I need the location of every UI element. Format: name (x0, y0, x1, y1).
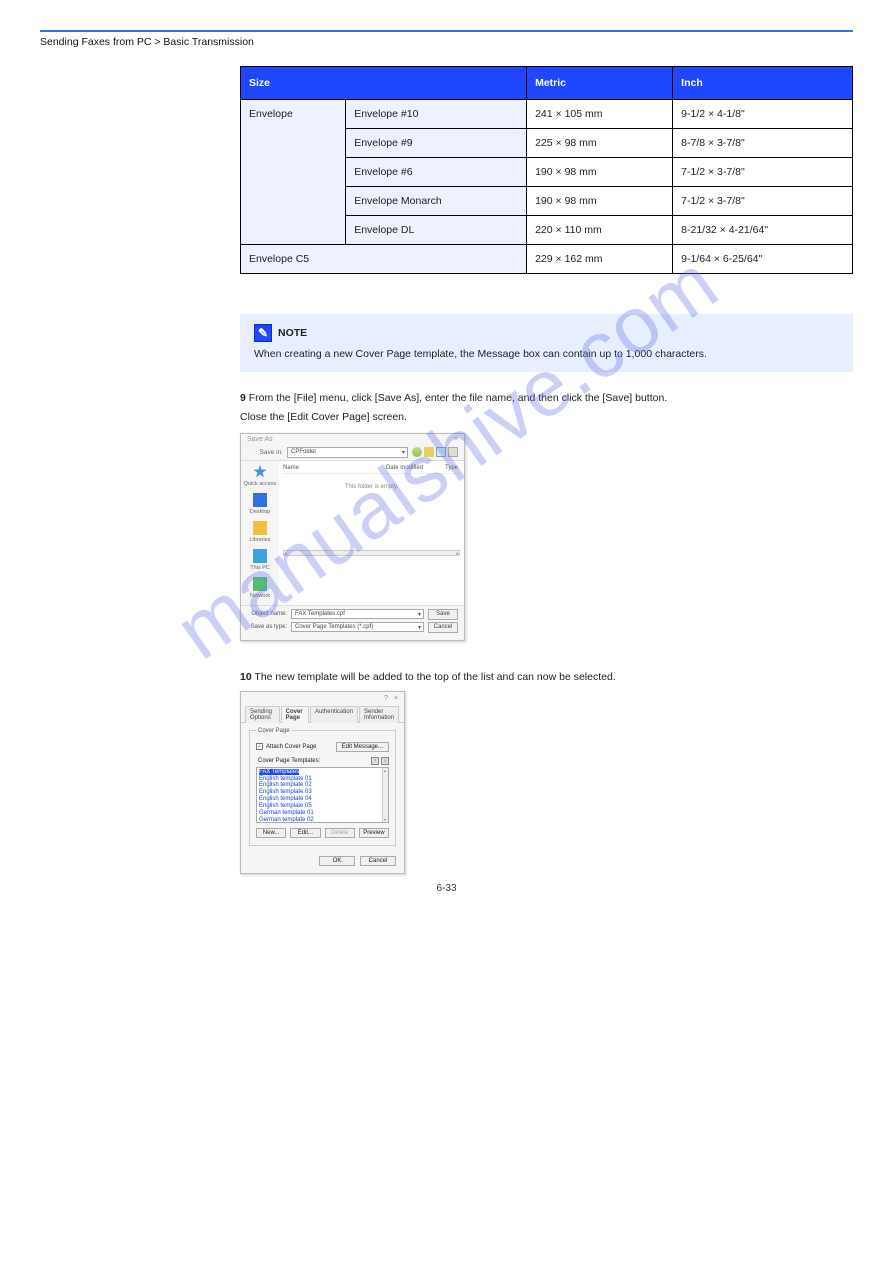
column-headers[interactable]: Name Date modified Type (283, 463, 460, 474)
new-folder-icon[interactable] (436, 447, 446, 457)
cancel-button[interactable]: Cancel (360, 856, 396, 866)
page-number: 6-33 (436, 883, 456, 894)
libraries-icon[interactable] (253, 521, 267, 535)
th-metric: Metric (527, 67, 673, 100)
saveastype-label: Save as type: (247, 624, 287, 630)
step-9-text: From the [File] menu, click [Save As], e… (249, 392, 667, 404)
ok-button[interactable]: OK (319, 856, 355, 866)
col-type[interactable]: Type (423, 465, 460, 471)
tab-sender-information[interactable]: Sender Information (359, 706, 399, 723)
row-inch: 8-21/32 × 4-21/64" (673, 216, 853, 245)
this-pc-icon[interactable] (253, 549, 267, 563)
row-label: Envelope #6 (346, 158, 527, 187)
row-label: Envelope Monarch (346, 187, 527, 216)
tab-cover-page[interactable]: Cover Page (281, 706, 309, 723)
v-scrollbar[interactable] (382, 768, 388, 822)
row-inch: 8-7/8 × 3-7/8" (673, 129, 853, 158)
quick-access-icon[interactable] (253, 465, 267, 479)
row-metric: 190 × 98 mm (527, 187, 673, 216)
back-icon[interactable] (412, 447, 422, 457)
view-menu-icon[interactable] (448, 447, 458, 457)
save-button[interactable]: Save (428, 609, 458, 620)
note-body: When creating a new Cover Page template,… (254, 348, 839, 360)
list-item[interactable]: English template 05 (259, 803, 312, 809)
row-label: Envelope C5 (241, 245, 527, 274)
transmit-settings-dialog: ? × Sending Options Cover Page Authentic… (240, 691, 405, 874)
saveastype-combo[interactable]: Cover Page Templates (*.cpf) (291, 622, 424, 632)
group-envelope: Envelope (241, 100, 346, 245)
row-label: Envelope DL (346, 216, 527, 245)
savein-combo[interactable]: CPFolder (287, 447, 408, 458)
step-9-number: 9 From the [File] menu, click [Save As],… (240, 392, 853, 404)
th-size: Size (241, 67, 527, 100)
quick-access-label: Quick access (244, 481, 277, 487)
desktop-icon[interactable] (253, 493, 267, 507)
delete-button[interactable]: Delete (325, 828, 355, 838)
list-item[interactable]: English template 01 (259, 776, 312, 782)
savein-label: Save in: (247, 449, 283, 456)
th-inch: Inch (673, 67, 853, 100)
network-icon[interactable] (253, 577, 267, 591)
note-icon: ✎ (254, 324, 272, 342)
list-item-selected[interactable]: FAX Templates (259, 769, 299, 775)
desktop-label: Desktop (250, 509, 270, 515)
objectname-input[interactable]: FAX Templates.cpf (291, 609, 424, 619)
tab-authentication[interactable]: Authentication (310, 706, 358, 723)
new-button[interactable]: New... (256, 828, 286, 838)
col-date[interactable]: Date modified (353, 465, 423, 471)
list-item[interactable]: German template 02 (259, 817, 314, 823)
row-inch: 7-1/2 × 3-7/8" (673, 158, 853, 187)
list-item[interactable]: German template 01 (259, 810, 314, 816)
dialog-title: Save As (247, 436, 273, 443)
row-inch: 9-1/2 × 4-1/8" (673, 100, 853, 129)
network-label: Network (250, 593, 270, 599)
templates-listbox[interactable]: FAX Templates English template 01 Englis… (256, 767, 389, 823)
col-name[interactable]: Name (283, 465, 353, 471)
up-folder-icon[interactable] (424, 447, 434, 457)
row-metric: 225 × 98 mm (527, 129, 673, 158)
templates-label: Cover Page Templates: (258, 758, 320, 764)
note-title: NOTE (278, 327, 307, 339)
top-rule (40, 30, 853, 32)
save-as-dialog: Save As × Save in: CPFolder Quick access… (240, 433, 465, 641)
list-item[interactable]: English template 03 (259, 789, 312, 795)
step-10-text: The new template will be added to the to… (254, 671, 615, 683)
cancel-button[interactable]: Cancel (428, 622, 458, 633)
row-metric: 220 × 110 mm (527, 216, 673, 245)
preview-button[interactable]: Preview (359, 828, 389, 838)
libraries-label: Libraries (249, 537, 270, 543)
row-label: Envelope #10 (346, 100, 527, 129)
row-metric: 241 × 105 mm (527, 100, 673, 129)
row-metric: 190 × 98 mm (527, 158, 673, 187)
row-label: Envelope #9 (346, 129, 527, 158)
tab-bar: Sending Options Cover Page Authenticatio… (241, 705, 404, 723)
row-inch: 9-1/64 × 6-25/64" (673, 245, 853, 274)
places-bar: Quick access Desktop Libraries This PC N… (241, 461, 279, 605)
edit-button[interactable]: Edit... (290, 828, 320, 838)
move-up-icon[interactable]: ↑ (371, 757, 379, 765)
edit-message-button[interactable]: Edit Message... (336, 742, 389, 752)
breadcrumb: Sending Faxes from PC > Basic Transmissi… (40, 36, 853, 48)
close-icon[interactable]: × (454, 436, 458, 443)
step-9-text2: Close the [Edit Cover Page] screen. (240, 410, 853, 425)
row-inch: 7-1/2 × 3-7/8" (673, 187, 853, 216)
attach-coverpage-checkbox[interactable]: ✓ Attach Cover Page (256, 743, 316, 750)
move-down-icon[interactable]: ↓ (381, 757, 389, 765)
attach-label: Attach Cover Page (266, 744, 316, 750)
list-item[interactable]: English template 02 (259, 782, 312, 788)
step-10-number: 10 The new template will be added to the… (240, 671, 853, 683)
coverpage-legend: Cover Page (256, 728, 292, 734)
help-icon[interactable]: ? (384, 695, 388, 702)
note-box: ✎ NOTE When creating a new Cover Page te… (240, 314, 853, 372)
this-pc-label: This PC (250, 565, 270, 571)
tab-sending-options[interactable]: Sending Options (245, 706, 280, 723)
close-icon[interactable]: × (394, 695, 398, 702)
row-metric: 229 × 162 mm (527, 245, 673, 274)
empty-state: This folder is empty. (283, 484, 460, 490)
size-table: Size Metric Inch Envelope Envelope #10 2… (240, 66, 853, 274)
list-item[interactable]: English template 04 (259, 796, 312, 802)
objectname-label: Object name: (247, 611, 287, 617)
h-scrollbar[interactable] (283, 550, 460, 556)
